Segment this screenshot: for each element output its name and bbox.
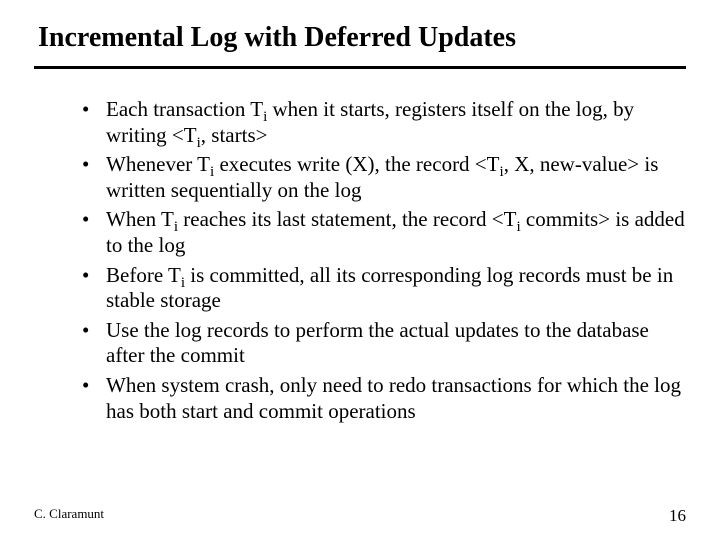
slide: Incremental Log with Deferred Updates Ea… — [0, 0, 720, 540]
list-item: Before Ti is committed, all its correspo… — [82, 263, 686, 314]
list-item: Use the log records to perform the actua… — [82, 318, 686, 369]
footer: C. Claramunt 16 — [34, 506, 686, 526]
divider — [34, 66, 686, 69]
bullet-list: Each transaction Ti when it starts, regi… — [34, 97, 686, 424]
author-label: C. Claramunt — [34, 506, 104, 526]
list-item: When Ti reaches its last statement, the … — [82, 207, 686, 258]
list-item: When system crash, only need to redo tra… — [82, 373, 686, 424]
page-number: 16 — [669, 506, 686, 526]
list-item: Each transaction Ti when it starts, regi… — [82, 97, 686, 148]
list-item: Whenever Ti executes write (X), the reco… — [82, 152, 686, 203]
slide-title: Incremental Log with Deferred Updates — [34, 22, 686, 54]
